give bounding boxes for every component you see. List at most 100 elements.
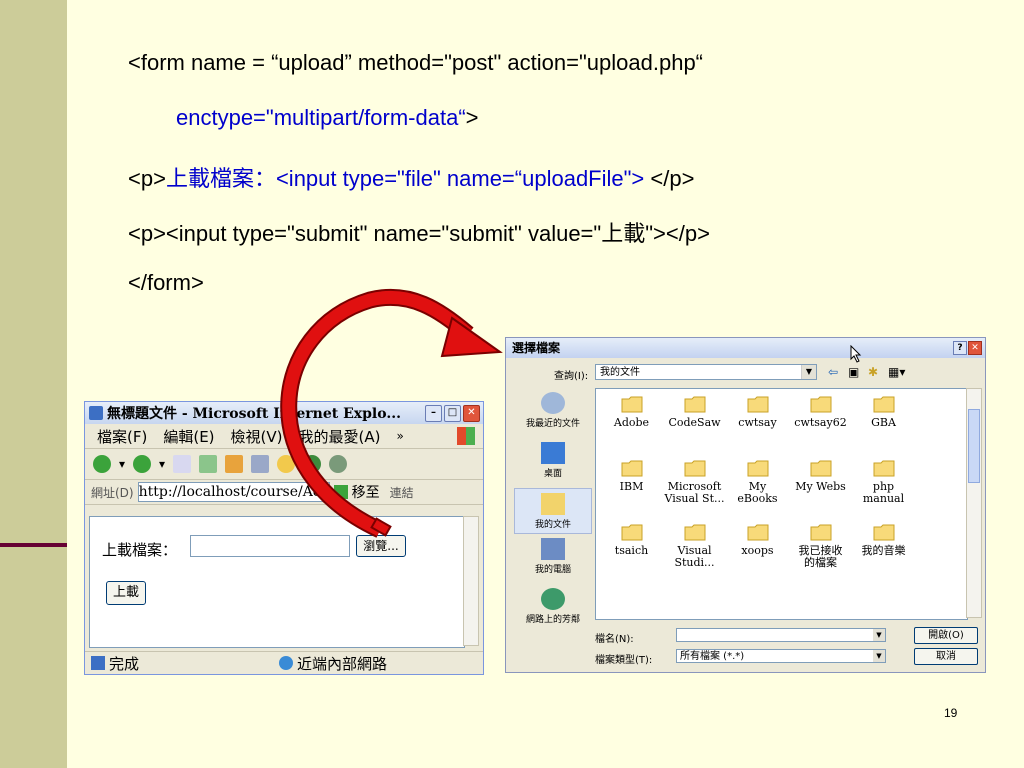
links-label[interactable]: 連結 (390, 484, 414, 501)
file-list: Adobe CodeSaw cwtsay cwtsay62 GBA IBM Microsof… (595, 388, 968, 620)
dialog-close-button[interactable]: ✕ (968, 341, 982, 355)
go-button[interactable]: 移至 (352, 482, 380, 502)
desktop-icon (541, 442, 565, 464)
menu-more[interactable]: » (396, 429, 403, 443)
file-item[interactable]: CodeSaw (663, 393, 726, 455)
forward-icon[interactable] (133, 455, 152, 473)
open-button[interactable]: 開啟(O) (914, 627, 978, 644)
place-label: 桌面 (543, 469, 562, 479)
home-icon[interactable] (225, 455, 244, 473)
up-folder-icon[interactable]: ▣ (848, 365, 859, 379)
code-label-text: 上載檔案： (165, 166, 276, 191)
filetype-label: 檔案類型(T): (595, 655, 653, 666)
folder-icon (747, 395, 769, 413)
refresh-icon[interactable] (199, 455, 218, 473)
address-input[interactable]: http://localhost/course/Ac (137, 482, 330, 502)
stop-icon[interactable] (173, 455, 192, 473)
new-folder-icon[interactable]: ✱ (868, 365, 878, 379)
file-name-line1: xoops (741, 544, 774, 557)
place-my-documents[interactable]: 我的文件 (514, 488, 592, 534)
search-icon[interactable] (251, 455, 270, 473)
ie-title-bar[interactable]: 無標題文件 - Microsoft Internet Explo... – □ … (85, 402, 483, 424)
menu-favorites[interactable]: 我的最愛(A) (299, 426, 381, 447)
chevron-down-icon[interactable]: ▼ (801, 365, 816, 379)
place-recent[interactable]: 我最近的文件 (514, 392, 592, 438)
upload-submit-button[interactable]: 上載 (106, 581, 146, 605)
file-name-line1: IBM (619, 480, 644, 493)
file-item[interactable]: Microsoft Visual St... (663, 457, 726, 519)
filename-input[interactable]: ▼ (676, 628, 886, 642)
file-item[interactable]: cwtsay (726, 393, 789, 455)
file-item[interactable]: My eBooks (726, 457, 789, 519)
file-item[interactable]: My Webs (789, 457, 852, 519)
file-name-line2: 的檔案 (804, 556, 837, 569)
menu-edit[interactable]: 編輯(E) (163, 426, 214, 447)
scrollbar-thumb[interactable] (968, 409, 980, 483)
file-item[interactable]: xoops (726, 521, 789, 583)
place-network[interactable]: 網路上的芳鄰 (514, 588, 592, 634)
lookin-dropdown[interactable]: 我的文件 ▼ (595, 364, 817, 380)
file-name-line1: cwtsay (738, 416, 777, 429)
file-item[interactable]: 我的音樂 (852, 521, 915, 583)
my-documents-icon (541, 493, 565, 515)
browse-button[interactable]: 瀏覽... (356, 535, 406, 557)
place-desktop[interactable]: 桌面 (514, 442, 592, 488)
ie-address-bar: 網址(D) http://localhost/course/Ac 移至 連結 (85, 480, 483, 505)
back-arrow-icon[interactable]: ⇦ (828, 365, 838, 379)
mouse-cursor-icon (850, 345, 862, 363)
code-enctype-text: enctype="multipart/form-data“ (176, 105, 466, 130)
file-item[interactable]: tsaich (600, 521, 663, 583)
folder-icon (684, 459, 706, 477)
network-places-icon (541, 588, 565, 610)
chevron-down-icon[interactable]: ▼ (873, 650, 885, 662)
file-item[interactable]: php manual (852, 457, 915, 519)
folder-icon (873, 523, 895, 541)
back-icon[interactable] (93, 455, 111, 473)
file-chooser-dialog: 選擇檔案 ? ✕ 查詢(I): 我的文件 ▼ ⇦ ▣ ✱ ▦▾ 我最近的文件 桌… (505, 337, 986, 673)
code-input-file: <input type="file" name=“uploadFile"> (275, 166, 645, 191)
maximize-button[interactable]: □ (444, 405, 461, 422)
folder-icon (810, 395, 832, 413)
status-zone: 近端內部網路 (297, 654, 388, 673)
folder-icon (684, 395, 706, 413)
file-item[interactable]: cwtsay62 (789, 393, 852, 455)
history-icon[interactable] (329, 455, 348, 473)
place-label: 我最近的文件 (525, 419, 580, 429)
view-menu-icon[interactable]: ▦▾ (888, 365, 905, 379)
lookin-row: 查詢(I): 我的文件 ▼ ⇦ ▣ ✱ ▦▾ (506, 362, 985, 384)
menu-file[interactable]: 檔案(F) (97, 426, 147, 447)
file-name-line2: manual (862, 492, 905, 505)
back-dropdown-icon[interactable]: ▾ (119, 457, 125, 471)
place-my-computer[interactable]: 我的電腦 (514, 538, 592, 584)
cancel-button[interactable]: 取消 (914, 648, 978, 665)
close-button[interactable]: ✕ (463, 405, 480, 422)
file-item[interactable]: 我已接收 的檔案 (789, 521, 852, 583)
upload-label: 上載檔案： (102, 541, 178, 559)
dialog-title-bar[interactable]: 選擇檔案 ? ✕ (506, 338, 985, 358)
file-path-input[interactable] (190, 535, 350, 557)
file-item[interactable]: IBM (600, 457, 663, 519)
minimize-button[interactable]: – (425, 405, 442, 422)
help-button[interactable]: ? (953, 341, 967, 355)
address-value: http://localhost/course/Ac (138, 484, 321, 500)
file-item[interactable]: Visual Studi... (663, 521, 726, 583)
media-icon[interactable] (303, 455, 322, 473)
forward-dropdown-icon[interactable]: ▾ (159, 457, 165, 471)
file-list-scrollbar[interactable] (966, 388, 982, 618)
status-page-icon (91, 656, 105, 670)
ie-toolbar: ▾ ▾ (85, 449, 483, 480)
ie-vertical-scrollbar[interactable] (463, 516, 479, 646)
favorites-star-icon[interactable] (277, 455, 296, 473)
menu-view[interactable]: 檢視(V) (231, 426, 283, 447)
file-name-line1: GBA (871, 416, 896, 429)
go-arrow-icon[interactable] (333, 485, 348, 499)
code-line-submit: <p><input type="submit" name="submit" va… (128, 221, 710, 246)
file-name-line2: Studi... (674, 556, 715, 569)
chevron-down-icon[interactable]: ▼ (873, 629, 885, 641)
ie-menu-bar: 檔案(F) 編輯(E) 檢視(V) 我的最愛(A) » (85, 424, 483, 449)
folder-icon (873, 395, 895, 413)
file-item[interactable]: Adobe (600, 393, 663, 455)
folder-icon (747, 523, 769, 541)
file-item[interactable]: GBA (852, 393, 915, 455)
filetype-select[interactable]: 所有檔案 (*.*) ▼ (676, 649, 886, 663)
